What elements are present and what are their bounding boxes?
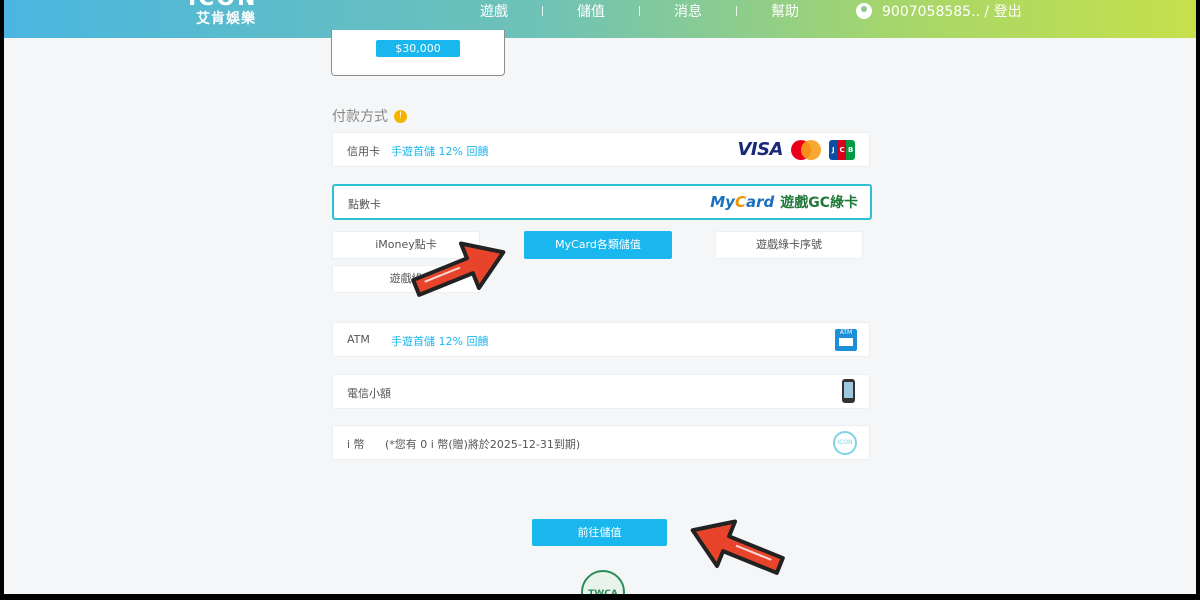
top-navbar: ICON 艾肯娛樂 遊戲 儲值 消息 幫助 9007058585.. / 登出 (4, 0, 1196, 38)
payment-title-text: 付款方式 (332, 109, 388, 125)
payment-method-telecom[interactable]: 電信小額 (332, 374, 870, 409)
mycard-logo-part: ard (745, 193, 775, 211)
point-card-logos: MyCard 遊戲GC綠卡 (710, 192, 858, 212)
info-icon[interactable]: ! (394, 109, 407, 123)
nav-divider (542, 6, 543, 16)
jcb-letter: C (837, 139, 847, 160)
nav-item-help[interactable]: 幫助 (771, 1, 799, 21)
phone-icon (842, 379, 855, 403)
logo-subtitle: 艾肯娛樂 (196, 11, 256, 27)
icoin-balance-note: (*您有 0 i 幣(贈)將於2025-12-31到期) (385, 438, 581, 451)
nav-item-topup[interactable]: 儲值 (577, 1, 605, 21)
user-icon (856, 3, 872, 19)
visa-logo: VISA (737, 139, 783, 160)
amount-value-badge: $30,000 (376, 40, 460, 57)
mycard-logo-part: My (710, 193, 735, 211)
nav-item-news[interactable]: 消息 (674, 1, 702, 21)
payment-method-credit-card[interactable]: 信用卡 手遊首儲 12% 回饋 VISA J C B (332, 132, 870, 167)
main-nav: 遊戲 儲值 消息 幫助 (480, 1, 799, 21)
jcb-letter: J (829, 139, 838, 160)
method-label: 信用卡 (347, 145, 380, 158)
method-label: 電信小額 (347, 387, 391, 400)
payment-section-title: 付款方式 ! (332, 106, 407, 126)
atm-icon: ATM (835, 329, 857, 351)
amount-option-card[interactable]: $30,000 (331, 30, 505, 76)
point-option-game-card-serial[interactable]: 遊戲綠卡序號 (715, 231, 863, 259)
point-option-mycard[interactable]: MyCard各類儲值 (524, 231, 672, 259)
payment-method-point-card[interactable]: 點數卡 MyCard 遊戲GC綠卡 (332, 184, 872, 220)
method-label: ATM (347, 333, 370, 346)
user-menu[interactable]: 9007058585.. / 登出 (856, 1, 1022, 21)
red-arrow-icon (411, 241, 506, 297)
twca-badge: TWCA (581, 570, 625, 594)
method-label: 點數卡 (348, 198, 381, 211)
page: ICON 艾肯娛樂 遊戲 儲值 消息 幫助 9007058585.. / 登出 … (4, 0, 1196, 594)
method-promo: 手遊首儲 12% 回饋 (391, 335, 489, 348)
mycard-logo-part: C (734, 193, 746, 211)
jcb-logo: J C B (829, 139, 855, 160)
proceed-topup-button[interactable]: 前往儲值 (532, 519, 667, 546)
method-label: i 幣 (347, 438, 365, 451)
mastercard-logo (791, 139, 821, 160)
payment-method-atm[interactable]: ATM 手遊首儲 12% 回饋 ATM (332, 322, 870, 357)
icon-coin-icon: ICON (833, 431, 857, 455)
jcb-letter: B (846, 139, 855, 160)
nav-divider (639, 6, 640, 16)
payment-method-icoin[interactable]: i 幣 (*您有 0 i 幣(贈)將於2025-12-31到期) ICON (332, 425, 870, 460)
nav-divider (736, 6, 737, 16)
method-promo: 手遊首儲 12% 回饋 (391, 145, 489, 158)
mycard-logo: MyCard (710, 193, 774, 211)
user-logout-link[interactable]: 9007058585.. / 登出 (882, 1, 1022, 21)
red-arrow-icon (690, 519, 785, 575)
nav-item-games[interactable]: 遊戲 (480, 1, 508, 21)
green-card-logo: 遊戲GC綠卡 (780, 195, 858, 211)
credit-card-logos: VISA J C B (737, 139, 855, 160)
